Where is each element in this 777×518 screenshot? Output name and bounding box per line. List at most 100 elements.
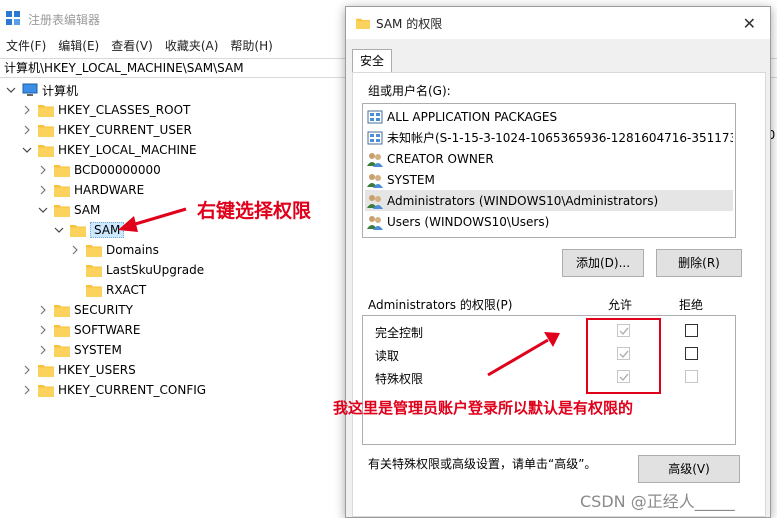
principals-list[interactable]: ALL APPLICATION PACKAGES 未知帐户(S-1-15-3-1…: [362, 103, 736, 238]
permissions-label: Administrators 的权限(P): [368, 298, 513, 312]
folder-icon: [86, 243, 102, 257]
deny-column-header: 拒绝: [679, 298, 704, 312]
chevron-right-icon[interactable]: [38, 185, 48, 195]
menu-help[interactable]: 帮助(H): [224, 36, 278, 56]
list-item[interactable]: ALL APPLICATION PACKAGES: [365, 106, 733, 127]
tree-node-sam-selected[interactable]: SAM: [54, 220, 125, 240]
tree-label: SECURITY: [74, 303, 133, 317]
chevron-right-icon[interactable]: [22, 105, 32, 115]
tree-node-hkcu[interactable]: HKEY_CURRENT_USER: [22, 120, 192, 140]
tree-node-hkcr[interactable]: HKEY_CLASSES_ROOT: [22, 100, 190, 120]
regedit-app-icon: [6, 11, 20, 25]
chevron-down-icon[interactable]: [38, 205, 48, 215]
folder-icon: [54, 203, 70, 217]
tree-node-lastsku[interactable]: LastSkuUpgrade: [86, 260, 204, 280]
tree-label: SYSTEM: [74, 343, 122, 357]
tree-node-hkcc[interactable]: HKEY_CURRENT_CONFIG: [22, 380, 206, 400]
folder-icon: [54, 303, 70, 317]
principal-name: SYSTEM: [387, 172, 435, 187]
tree-label: SOFTWARE: [74, 323, 141, 337]
chevron-right-icon[interactable]: [70, 245, 80, 255]
chevron-down-icon[interactable]: [54, 225, 64, 235]
tree-label-selected: SAM: [90, 222, 125, 238]
deny-checkbox-full-control[interactable]: [685, 324, 698, 337]
principal-name: CREATOR OWNER: [387, 151, 494, 166]
dialog-titlebar: SAM 的权限 ✕: [346, 7, 770, 39]
deny-checkbox-read[interactable]: [685, 347, 698, 360]
chevron-right-icon[interactable]: [38, 165, 48, 175]
folder-icon: [38, 363, 54, 377]
menu-edit[interactable]: 编辑(E): [52, 36, 105, 56]
tree-label: LastSkuUpgrade: [106, 263, 205, 277]
list-item[interactable]: SYSTEM: [365, 169, 733, 190]
tree-node-sam[interactable]: SAM: [38, 200, 100, 220]
tree-label: 计算机: [42, 83, 79, 98]
chevron-right-icon[interactable]: [22, 385, 32, 395]
tree-node-rxact[interactable]: RXACT: [86, 280, 146, 300]
tab-security[interactable]: 安全: [352, 49, 392, 73]
folder-icon: [38, 383, 54, 397]
tree-node-security[interactable]: SECURITY: [38, 300, 133, 320]
user-group-icon: [367, 151, 383, 167]
app-packages-icon: [367, 109, 383, 125]
folder-icon: [356, 17, 370, 29]
chevron-down-icon[interactable]: [22, 145, 32, 155]
tree-node-domains[interactable]: Domains: [70, 240, 159, 260]
tree-label: HARDWARE: [74, 183, 145, 197]
chevron-right-icon[interactable]: [22, 365, 32, 375]
tree-label: BCD00000000: [74, 163, 161, 177]
advanced-hint-text: 有关特殊权限或高级设置，请单击“高级”。: [368, 457, 597, 471]
registry-tree: 计算机 HKEY_CLASSES_ROOT HKEY_CURRENT_USER …: [0, 80, 345, 518]
menu-file[interactable]: 文件(F): [0, 36, 52, 56]
chevron-right-icon[interactable]: [38, 345, 48, 355]
tree-label: Domains: [106, 243, 159, 257]
list-item-selected[interactable]: Administrators (WINDOWS10\Administrators…: [365, 190, 733, 211]
chevron-right-icon[interactable]: [22, 125, 32, 135]
tree-node-hku[interactable]: HKEY_USERS: [22, 360, 136, 380]
tree-node-system[interactable]: SYSTEM: [38, 340, 122, 360]
tree-node-hardware[interactable]: HARDWARE: [38, 180, 144, 200]
close-icon[interactable]: ✕: [743, 14, 756, 33]
advanced-button[interactable]: 高级(V): [638, 455, 740, 483]
chevron-down-icon[interactable]: [6, 85, 16, 95]
tree-node-computer[interactable]: 计算机: [6, 80, 78, 100]
menu-view[interactable]: 查看(V): [105, 36, 159, 56]
permission-name: 读取: [375, 349, 400, 363]
principal-name: Users (WINDOWS10\Users): [387, 214, 550, 229]
principal-name: ALL APPLICATION PACKAGES: [387, 109, 558, 124]
tree-node-hklm[interactable]: HKEY_LOCAL_MACHINE: [22, 140, 197, 160]
chevron-right-icon[interactable]: [38, 305, 48, 315]
tree-label: HKEY_LOCAL_MACHINE: [58, 143, 197, 157]
computer-icon: [22, 83, 38, 97]
tree-node-software[interactable]: SOFTWARE: [38, 320, 140, 340]
folder-icon: [86, 283, 102, 297]
user-group-icon: [367, 214, 383, 230]
tree-label: HKEY_CLASSES_ROOT: [58, 103, 191, 117]
menu-favorites[interactable]: 收藏夹(A): [159, 36, 225, 56]
principal-name: 未知帐户(S-1-15-3-1024-1065365936-1281604716…: [387, 131, 733, 145]
unknown-account-icon: [367, 130, 383, 146]
folder-icon: [54, 343, 70, 357]
chevron-right-icon[interactable]: [38, 325, 48, 335]
tree-label: SAM: [74, 203, 101, 217]
regedit-title: 注册表编辑器: [28, 13, 101, 27]
list-item[interactable]: Users (WINDOWS10\Users): [365, 211, 733, 232]
deny-checkbox-special[interactable]: [685, 370, 698, 383]
folder-icon: [38, 143, 54, 157]
menu-bar: 文件(F) 编辑(E) 查看(V) 收藏夹(A) 帮助(H): [0, 36, 345, 56]
remove-button[interactable]: 删除(R): [656, 249, 742, 277]
csdn-watermark: CSDN @正经人_____: [580, 492, 735, 511]
tree-label: HKEY_USERS: [58, 363, 136, 377]
add-button[interactable]: 添加(D)...: [562, 249, 644, 277]
list-item[interactable]: CREATOR OWNER: [365, 148, 733, 169]
tree-label: RXACT: [106, 283, 147, 297]
permissions-dialog: SAM 的权限 ✕ 安全 组或用户名(G): ALL APPLICATION P…: [345, 6, 771, 518]
folder-icon: [86, 263, 102, 277]
dialog-title: SAM 的权限: [376, 17, 443, 31]
list-item[interactable]: 未知帐户(S-1-15-3-1024-1065365936-1281604716…: [365, 127, 733, 148]
tree-label: HKEY_CURRENT_USER: [58, 123, 192, 137]
folder-icon: [38, 123, 54, 137]
user-group-icon: [367, 172, 383, 188]
user-group-icon: [367, 193, 383, 209]
tree-node-bcd[interactable]: BCD00000000: [38, 160, 161, 180]
